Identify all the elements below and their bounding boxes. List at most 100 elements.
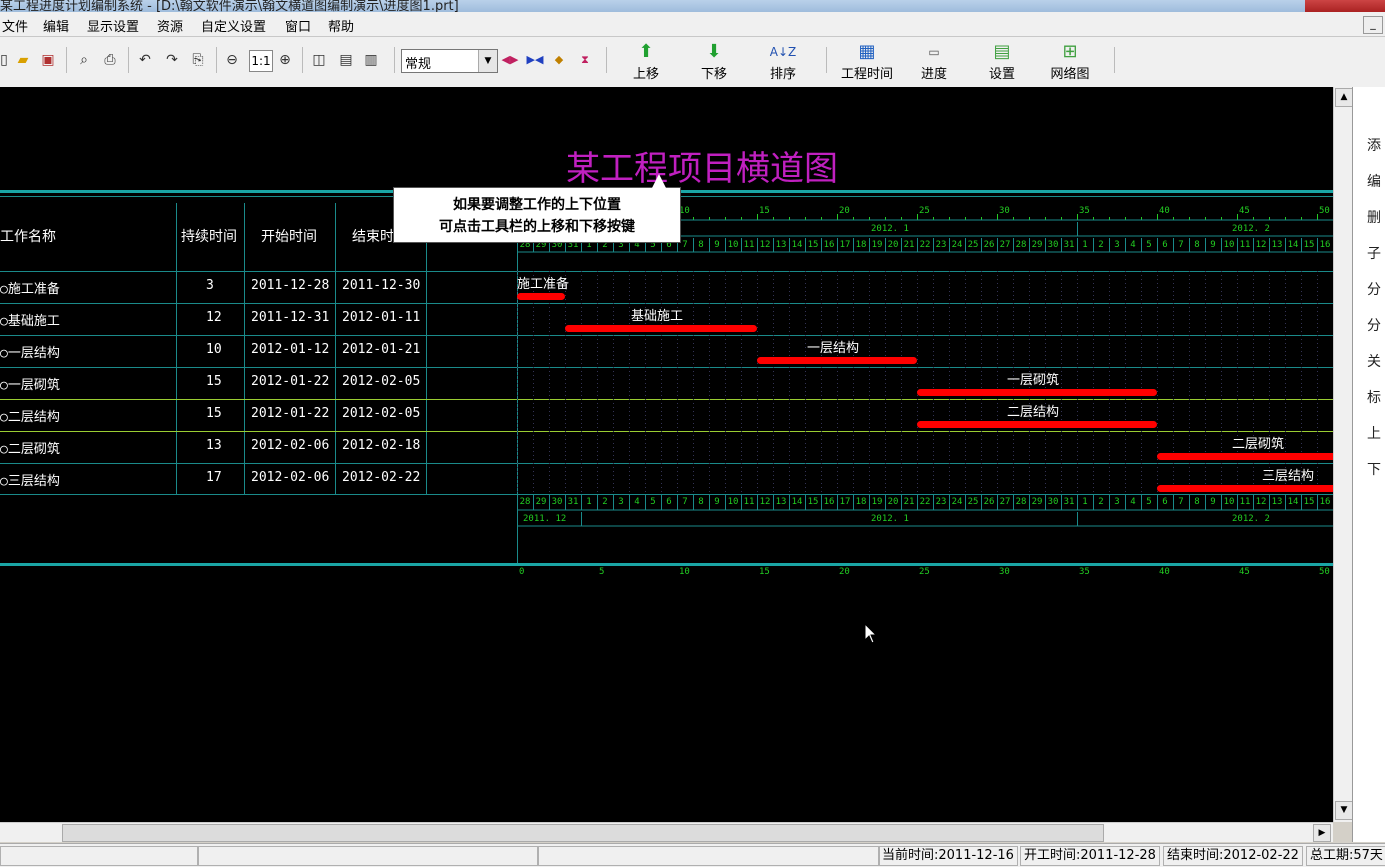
toolbar-separator (826, 47, 827, 73)
scroll-thumb[interactable] (62, 824, 1104, 842)
vertical-scrollbar[interactable]: ▲ ▼ (1333, 87, 1353, 822)
move-down-button[interactable]: ⬇ 下移 (681, 41, 747, 85)
panel-command[interactable]: 关 (1367, 351, 1381, 371)
task-bar[interactable] (1157, 485, 1333, 492)
day-number: 3 (1114, 497, 1120, 507)
table-row[interactable]: ○一层结构 10 2012-01-12 2012-01-21 (0, 335, 517, 367)
day-number: 16 (823, 497, 835, 507)
task-duration: 3 (206, 278, 214, 293)
day-number: 23 (935, 497, 947, 507)
network-icon: ⊞ (1062, 41, 1078, 62)
print-preview-icon[interactable]: ⌕ (74, 50, 94, 70)
task-duration: 10 (206, 342, 222, 357)
zoom-in-icon[interactable]: ⊕ (275, 50, 295, 70)
zoom-level[interactable]: 1:1 (249, 50, 273, 72)
tooltip-line-2: 可点击工具栏的上移和下移按键 (439, 219, 635, 235)
table-row[interactable]: ○二层砌筑 13 2012-02-06 2012-02-18 (0, 431, 517, 463)
table-row[interactable]: ○三层结构 17 2012-02-06 2012-02-22 (0, 463, 517, 495)
columns-icon[interactable]: ◫ (309, 50, 329, 70)
task-bar[interactable] (517, 293, 565, 300)
task-bar[interactable] (917, 389, 1157, 396)
gantt-grid (517, 214, 1333, 527)
task-bar[interactable] (917, 421, 1157, 428)
network-diagram-button[interactable]: ⊞ 网络图 (1037, 41, 1103, 85)
sort-button[interactable]: A↓Z 排序 (750, 41, 816, 85)
panel-command[interactable]: 删 (1367, 207, 1381, 227)
day-number: 7 (1178, 497, 1184, 507)
column-header-name: 工作名称 (0, 229, 56, 245)
hint-tooltip: 如果要调整工作的上下位置 可点击工具栏的上移和下移按键 (393, 174, 681, 243)
menu-resources[interactable]: 资源 (157, 16, 183, 35)
table-row[interactable]: ○一层砌筑 15 2012-01-22 2012-02-05 (0, 367, 517, 399)
panel-command[interactable]: 分 (1367, 315, 1381, 335)
panel-command[interactable]: 编 (1367, 171, 1381, 191)
chevron-down-icon[interactable]: ▼ (478, 50, 497, 72)
scale-tick-label: 45 (1239, 567, 1250, 577)
menu-display-settings[interactable]: 显示设置 (87, 16, 139, 35)
redo-icon[interactable]: ↷ (162, 50, 182, 70)
month-label: 2012. 2 (1232, 514, 1270, 524)
menu-custom-settings[interactable]: 自定义设置 (201, 16, 266, 35)
panel-command[interactable]: 上 (1367, 423, 1381, 443)
day-number: 14 (791, 497, 803, 507)
shrink-horizontal-icon[interactable]: ▶◀ (525, 50, 545, 70)
settings-button[interactable]: ▤ 设置 (969, 41, 1035, 85)
panel-command[interactable]: 标 (1367, 387, 1381, 407)
day-number: 9 (714, 497, 720, 507)
scroll-down-icon[interactable]: ▼ (1335, 801, 1353, 820)
move-up-button[interactable]: ⬆ 上移 (613, 41, 679, 85)
table-row[interactable]: ○二层结构 15 2012-01-22 2012-02-05 (0, 399, 517, 431)
toolbar-separator (1114, 47, 1115, 73)
task-end: 2012-02-05 (342, 406, 421, 421)
day-number: 19 (871, 497, 883, 507)
expand-horizontal-icon[interactable]: ◀▶ (500, 50, 520, 70)
task-bar[interactable] (1157, 453, 1333, 460)
progress-button[interactable]: ▭ 进度 (901, 41, 967, 85)
gantt-canvas[interactable]: 某工程项目横道图 工作名称 持续时间 开始时间 结束时间 责任人 ○施工准备32… (0, 87, 1333, 822)
task-duration: 17 (206, 470, 222, 485)
day-number: 19 (871, 240, 883, 250)
column-header-duration: 持续时间 (181, 229, 237, 245)
task-bar[interactable] (565, 325, 757, 332)
menu-window[interactable]: 窗口 (285, 16, 311, 35)
month-label: 2012. 2 (1232, 224, 1270, 234)
table-row[interactable]: ○施工准备 3 2011-12-28 2011-12-30 (0, 271, 517, 303)
split-view-icon[interactable]: ▤ (336, 50, 356, 70)
day-number: 5 (1146, 240, 1152, 250)
copy-icon[interactable]: ⎘ (188, 50, 208, 70)
scroll-right-icon[interactable]: ▶ (1313, 824, 1331, 842)
day-number: 13 (1271, 240, 1283, 250)
menu-help[interactable]: 帮助 (328, 16, 354, 35)
day-number: 16 (823, 240, 835, 250)
shrink-vertical-icon[interactable]: ⧗ (575, 50, 595, 70)
scroll-up-icon[interactable]: ▲ (1335, 88, 1353, 107)
minimize-child-icon[interactable]: _ (1363, 16, 1383, 34)
day-number: 29 (1031, 240, 1043, 250)
undo-icon[interactable]: ↶ (135, 50, 155, 70)
panel-command[interactable]: 子 (1367, 243, 1381, 263)
panel-command[interactable]: 添 (1367, 135, 1381, 155)
expand-vertical-icon[interactable]: ◆ (549, 50, 569, 70)
menu-edit[interactable]: 编辑 (43, 16, 69, 35)
task-bar[interactable] (757, 357, 917, 364)
open-folder-icon[interactable]: ▰ (13, 50, 33, 70)
day-number: 20 (887, 497, 899, 507)
table-row[interactable]: ○基础施工 12 2011-12-31 2012-01-11 (0, 303, 517, 335)
project-time-button[interactable]: ▦ 工程时间 (834, 41, 900, 85)
zoom-out-icon[interactable]: ⊖ (222, 50, 242, 70)
rows-icon[interactable]: ▥ (361, 50, 381, 70)
day-number: 29 (1031, 497, 1043, 507)
day-number: 26 (983, 240, 995, 250)
save-icon[interactable]: ▣ (38, 50, 58, 70)
menu-file[interactable]: 文件 (2, 16, 28, 35)
print-icon[interactable]: ⎙ (100, 50, 120, 70)
new-file-icon[interactable]: ▯ (0, 50, 14, 70)
horizontal-scrollbar[interactable]: ▶ (0, 822, 1333, 842)
window-controls[interactable] (1305, 0, 1385, 12)
scale-tick-label: 5 (599, 567, 605, 577)
style-select[interactable]: 常规 ▼ (401, 49, 498, 73)
task-bar-label: 一层砌筑 (1007, 373, 1060, 388)
panel-command[interactable]: 分 (1367, 279, 1381, 299)
panel-command[interactable]: 下 (1367, 459, 1381, 479)
status-current-time: 当前时间:2011-12-16 (878, 846, 1018, 866)
